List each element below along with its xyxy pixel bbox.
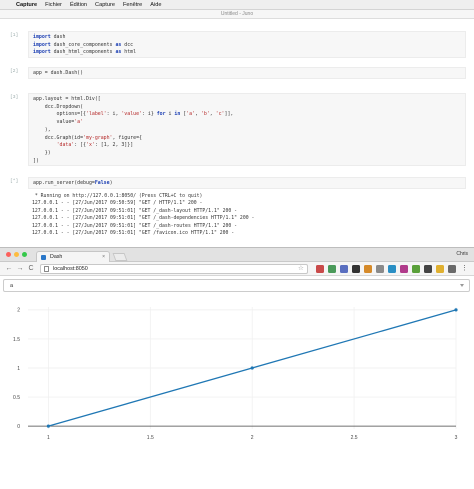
browser-menu-icon[interactable]: ⋮	[461, 264, 468, 274]
menu-edition[interactable]: Édition	[70, 2, 87, 8]
menu-aide[interactable]: Aide	[150, 2, 161, 8]
chevron-down-icon[interactable]	[460, 284, 464, 287]
data-point	[46, 424, 50, 428]
extension-icon[interactable]	[436, 265, 444, 273]
forward-arrow-icon[interactable]: →	[15, 264, 25, 274]
menu-capture[interactable]: Capture	[95, 2, 115, 8]
cell-prompt: [1]	[10, 33, 19, 38]
x-tick-label: 1.5	[147, 435, 154, 441]
data-point	[250, 366, 254, 370]
tab-close-icon[interactable]: ×	[102, 254, 105, 260]
code-cell-2[interactable]: [2] app = dash.Dash()	[10, 67, 466, 79]
extension-icon[interactable]	[400, 265, 408, 273]
profile-name[interactable]: Chris	[456, 251, 468, 257]
x-tick-label: 2.5	[351, 435, 358, 441]
notebook-body: [1] import dash import dash_core_compone…	[0, 19, 474, 247]
extension-icon[interactable]	[364, 265, 372, 273]
extension-icon[interactable]	[340, 265, 348, 273]
x-tick-label: 3	[455, 435, 458, 441]
menu-fenetre[interactable]: Fenêtre	[123, 2, 142, 8]
page-icon	[44, 266, 49, 272]
menu-capture-app[interactable]: Capture	[16, 2, 37, 8]
extension-icon[interactable]	[412, 265, 420, 273]
y-tick-label: 1	[17, 366, 20, 372]
extension-icon[interactable]	[388, 265, 396, 273]
cell-code[interactable]: app.run_server(debug=False)	[28, 177, 466, 189]
code-cell-3[interactable]: [3] app.layout = html.Div([ dcc.Dropdown…	[10, 93, 466, 166]
output-line: 127.0.0.1 - - [27/Jun/2017 09:51:01] "GE…	[32, 231, 235, 237]
extension-icon[interactable]	[316, 265, 324, 273]
browser-toolbar: ← → C localhost:8050 ☆ ⋮	[0, 262, 474, 276]
back-arrow-icon[interactable]: ←	[4, 264, 14, 274]
x-tick-label: 2	[251, 435, 254, 441]
extension-icon[interactable]	[424, 265, 432, 273]
cell-output: * Running on http://127.0.0.1:8050/ (Pre…	[10, 191, 466, 247]
value-dropdown[interactable]: a	[3, 279, 470, 292]
cell-code[interactable]: app.layout = html.Div([ dcc.Dropdown( op…	[28, 93, 466, 166]
tab-strip: Dash × Chris	[0, 248, 474, 262]
new-tab-button[interactable]	[112, 253, 128, 261]
y-tick-label: 1.5	[13, 337, 20, 343]
close-window-icon[interactable]	[6, 252, 11, 257]
output-line: 127.0.0.1 - - [27/Jun/2017 09:51:01] "GE…	[32, 208, 238, 214]
y-tick-label: 2	[17, 308, 20, 314]
output-text: * Running on http://127.0.0.1:8050/ (Pre…	[28, 191, 466, 247]
x-tick-label: 1	[47, 435, 50, 441]
bookmark-star-icon[interactable]: ☆	[298, 264, 304, 274]
extension-icon[interactable]	[448, 265, 456, 273]
address-bar[interactable]: localhost:8050	[40, 264, 308, 274]
url-text: localhost:8050	[53, 266, 88, 272]
output-line: 127.0.0.1 - - [27/Jun/2017 09:50:59] "GE…	[32, 201, 203, 207]
minimize-window-icon[interactable]	[14, 252, 19, 257]
cell-code[interactable]: app = dash.Dash()	[28, 67, 466, 79]
zoom-window-icon[interactable]	[22, 252, 27, 257]
output-line: 127.0.0.1 - - [27/Jun/2017 09:51:01] "GE…	[32, 216, 255, 222]
tab-title: Dash	[50, 254, 63, 260]
code-cell-4[interactable]: [*] app.run_server(debug=False)	[10, 177, 466, 189]
cell-prompt: [*]	[10, 179, 19, 184]
my-graph[interactable]: 1 1.5 2 2.5 3 0 0.5 1 1.5 2	[0, 295, 474, 489]
y-tick-label: 0.5	[13, 395, 20, 401]
menu-fichier[interactable]: Fichier	[45, 2, 62, 8]
extension-icon[interactable]	[376, 265, 384, 273]
notebook-window-title: Untitled - Juno	[0, 10, 474, 19]
reload-icon[interactable]: C	[26, 264, 36, 274]
dash-favicon-icon	[41, 254, 46, 260]
cell-prompt: [2]	[10, 69, 19, 74]
code-cell-1[interactable]: [1] import dash import dash_core_compone…	[10, 31, 466, 58]
tab-dash[interactable]: Dash ×	[36, 251, 110, 262]
output-line: 127.0.0.1 - - [27/Jun/2017 09:51:01] "GE…	[32, 223, 238, 229]
dash-page: a 1 1.5 2 2.5 3 0 0.5 1 1.5 2	[0, 277, 474, 489]
browser-window: Dash × Chris ← → C localhost:8050 ☆ ⋮ a	[0, 247, 474, 489]
dropdown-selected-value: a	[10, 283, 14, 289]
menubar: Capture Fichier Édition Capture Fenêtre …	[0, 0, 474, 10]
y-tick-label: 0	[17, 424, 20, 430]
data-point	[454, 308, 458, 312]
extension-icon[interactable]	[352, 265, 360, 273]
cell-prompt: [3]	[10, 95, 19, 100]
output-line: * Running on http://127.0.0.1:8050/ (Pre…	[32, 194, 203, 199]
extension-icon[interactable]	[328, 265, 336, 273]
cell-code[interactable]: import dash import dash_core_components …	[28, 31, 466, 58]
